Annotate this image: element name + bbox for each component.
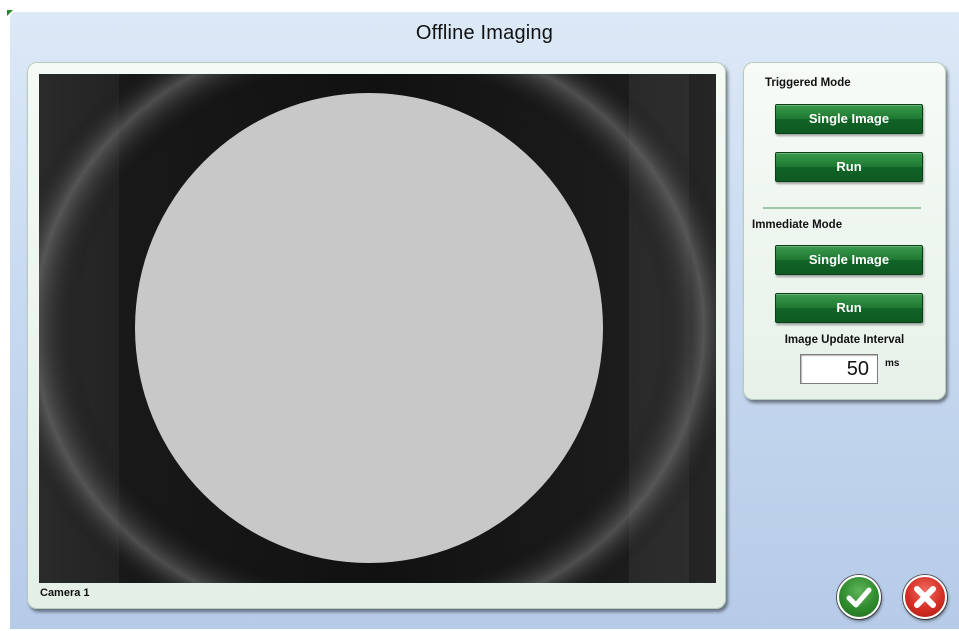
section-divider (763, 207, 921, 209)
camera-viewer-frame: Camera 1 (27, 62, 726, 609)
camera-image (39, 74, 716, 583)
triggered-mode-label: Triggered Mode (765, 77, 851, 89)
x-icon (914, 586, 936, 608)
triggered-single-image-button[interactable]: Single Image (775, 104, 923, 134)
dialog-title: Offline Imaging (415, 22, 554, 44)
immediate-run-button[interactable]: Run (775, 293, 923, 323)
checkmark-icon (846, 587, 872, 608)
immediate-mode-label: Immediate Mode (752, 219, 843, 231)
ok-button[interactable] (837, 575, 881, 619)
interval-unit-label: ms (885, 358, 900, 369)
image-update-interval-label: Image Update Interval (784, 334, 905, 346)
capture-controls-panel: Triggered Mode Single Image Run Immediat… (743, 62, 946, 400)
camera-label: Camera 1 (40, 587, 90, 599)
immediate-single-image-button[interactable]: Single Image (775, 245, 923, 275)
triggered-run-button[interactable]: Run (775, 152, 923, 182)
cancel-button[interactable] (903, 575, 947, 619)
camera-image-graphic (39, 74, 716, 583)
offline-imaging-dialog: Offline Imaging Camera 1 Triggered Mode … (10, 12, 959, 629)
image-update-interval-input[interactable] (800, 354, 878, 384)
